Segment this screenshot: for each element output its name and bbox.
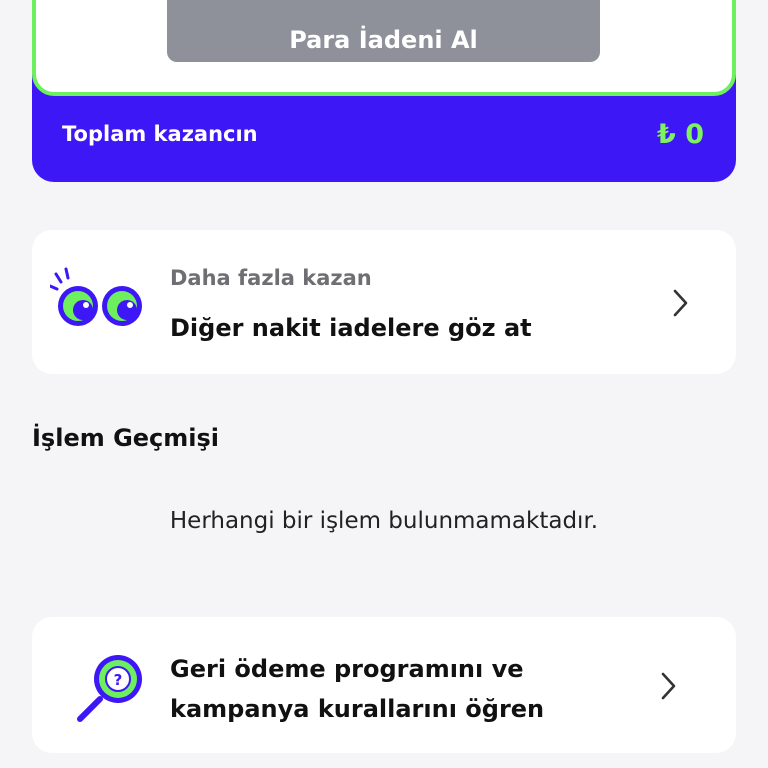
- chevron-right-icon: [673, 289, 688, 317]
- transaction-history-empty-message: Herhangi bir işlem bulunmamaktadır.: [169, 508, 599, 534]
- program-rules-card[interactable]: ? Geri ödeme programını ve kampanya kura…: [32, 617, 736, 753]
- total-earnings-label: Toplam kazancın: [62, 122, 258, 146]
- explore-cashbacks-card[interactable]: Daha fazla kazan Diğer nakit iadelere gö…: [32, 230, 736, 374]
- program-rules-title-line1: Geri ödeme programını ve: [170, 655, 524, 683]
- explore-cashbacks-subtitle: Daha fazla kazan: [170, 266, 372, 290]
- cashback-claim-panel: Para İadeni Al: [32, 0, 736, 96]
- program-rules-title-line2: kampanya kurallarını öğren: [170, 695, 545, 723]
- chevron-right-icon: [661, 672, 676, 700]
- cashback-summary-card: Para İadeni Al Toplam kazancın ₺ 0: [32, 0, 736, 182]
- claim-cashback-button[interactable]: Para İadeni Al: [167, 0, 600, 62]
- explore-cashbacks-title: Diğer nakit iadelere göz at: [170, 314, 532, 342]
- total-earnings-value: ₺ 0: [657, 119, 704, 150]
- magnifier-question-icon: ?: [77, 655, 142, 722]
- program-rules-title: Geri ödeme programını ve kampanya kurall…: [170, 649, 610, 729]
- eyes-icon: [50, 267, 142, 326]
- svg-text:?: ?: [114, 671, 123, 689]
- transaction-history-heading: İşlem Geçmişi: [32, 424, 220, 452]
